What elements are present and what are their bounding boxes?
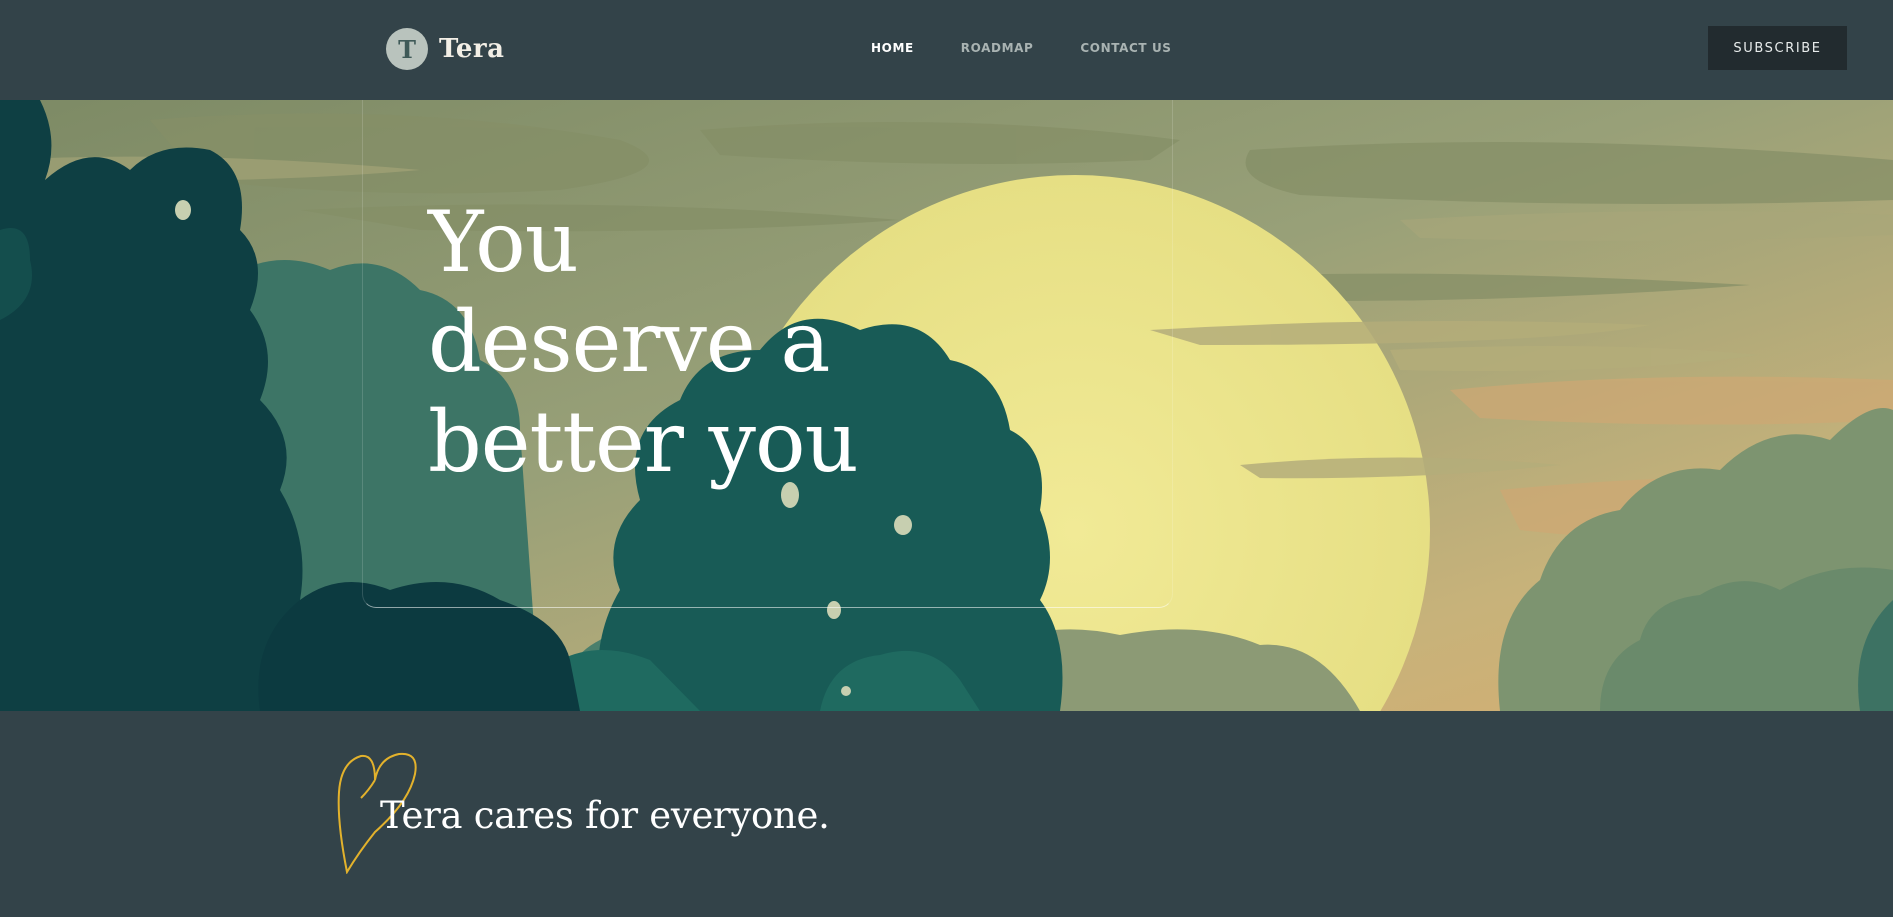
brand-home-link[interactable]: T Tera: [386, 27, 504, 71]
subscribe-button[interactable]: SUBSCRIBE: [1708, 26, 1847, 70]
nav-contact-us[interactable]: CONTACT US: [1080, 41, 1171, 55]
hero-headline-line: You: [428, 193, 579, 291]
brand-name: Tera: [439, 34, 505, 64]
site-header: T Tera HOME ROADMAP CONTACT US SUBSCRIBE: [0, 0, 1893, 100]
hero-headline: You deserve a better you: [428, 192, 948, 492]
tera-logo-icon: T: [386, 28, 428, 70]
cares-tagline: Tera cares for everyone.: [380, 794, 830, 837]
hero-headline-line: deserve a: [428, 293, 830, 391]
main-nav: HOME ROADMAP CONTACT US: [871, 38, 1219, 58]
cares-section: [0, 711, 1893, 917]
nav-roadmap[interactable]: ROADMAP: [961, 41, 1034, 55]
nav-home[interactable]: HOME: [871, 41, 914, 55]
hero-headline-line: better you: [428, 393, 859, 491]
